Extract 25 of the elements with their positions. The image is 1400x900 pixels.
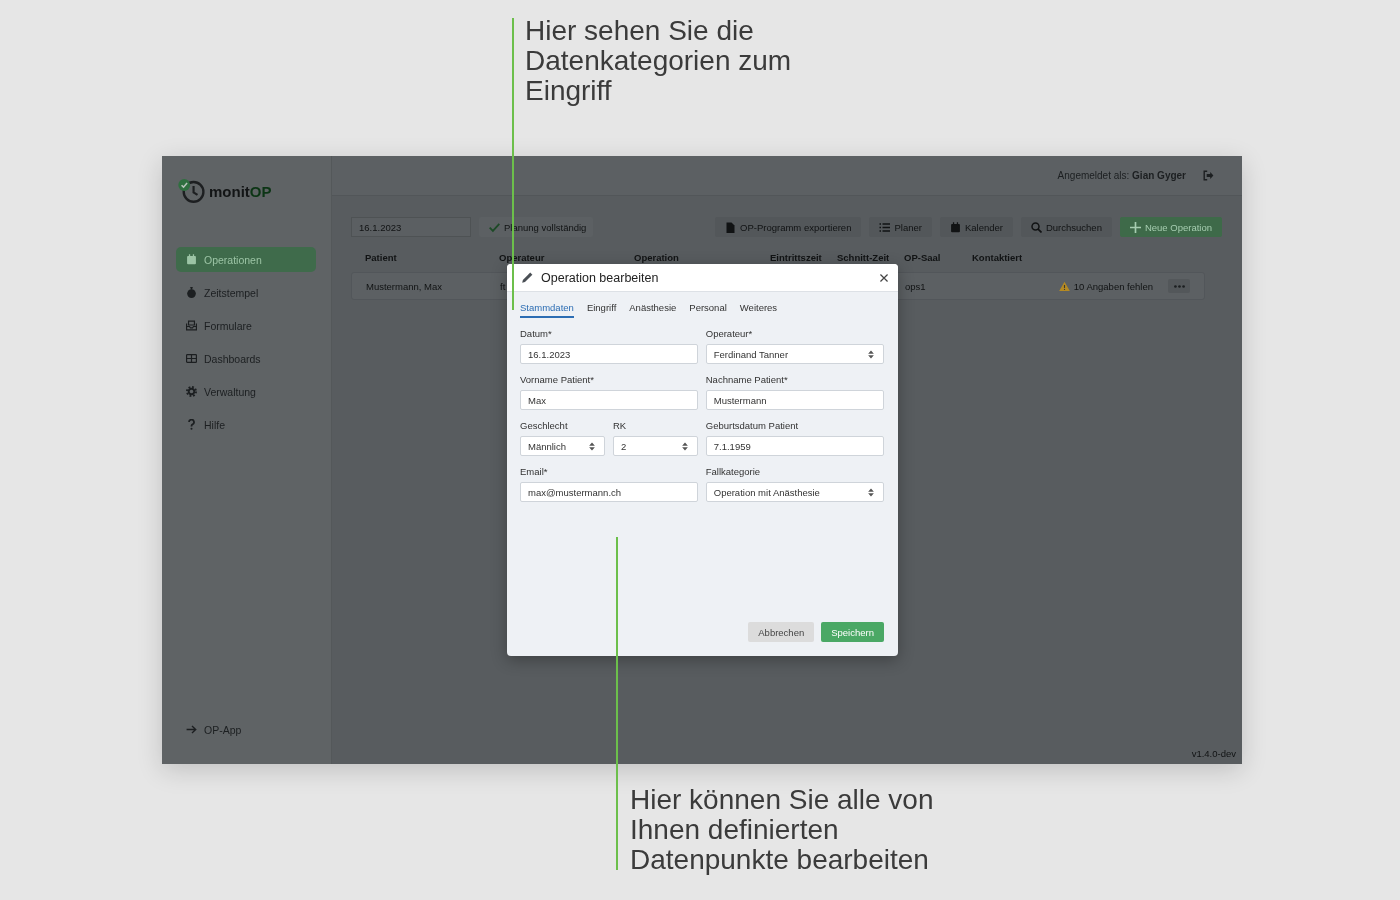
user-label: Angemeldet als: Gian Gyger	[1057, 170, 1186, 181]
column-header: Schnitt-Zeit	[837, 251, 891, 263]
dialog-title: Operation bearbeiten	[541, 270, 659, 285]
field-label: Fallkategorie	[705, 466, 762, 478]
column-header: Operation	[634, 251, 680, 263]
version-label: v1.4.0-dev	[1191, 748, 1236, 759]
field-label: Geschlecht	[520, 420, 569, 432]
field-label: Datum*	[520, 328, 553, 340]
table-cell-text: ft	[500, 280, 507, 292]
column-header: Patient	[365, 251, 398, 263]
annotation-text: Hier sehen Sie die Datenkategorien zum Eingriff	[525, 14, 793, 106]
field-label: Geburtsdatum Patient	[705, 420, 800, 432]
logo-text: monitOP	[209, 182, 272, 200]
warning-text: 10 Angaben fehlen	[1073, 280, 1153, 292]
table-cell-text: Mustermann, Max	[366, 280, 444, 292]
column-header: Eintrittszeit	[770, 251, 823, 263]
table-cell-text: ops1	[905, 280, 927, 292]
field-label: Vorname Patient*	[520, 374, 595, 386]
column-header: OP-Saal	[904, 251, 942, 263]
column-header: Kontaktiert	[972, 251, 1024, 263]
field-label: Email*	[520, 466, 549, 478]
annotation-text: Hier können Sie alle von Ihnen definierten Datenpunkte bearbeiten	[630, 785, 935, 875]
field-label: Nachname Patient*	[705, 374, 789, 386]
field-label: RK	[612, 420, 628, 432]
field-label: Operateur*	[705, 328, 754, 340]
